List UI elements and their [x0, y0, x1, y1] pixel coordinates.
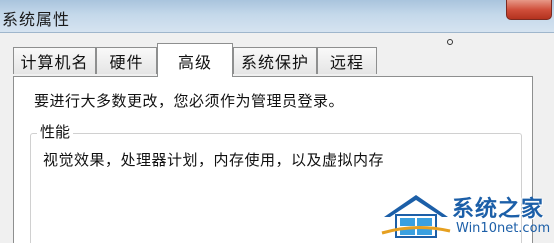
- performance-group-title: 性能: [37, 121, 74, 142]
- close-button[interactable]: [506, 0, 552, 20]
- tab-remote[interactable]: 远程: [317, 47, 377, 74]
- title-bar: 系统属性: [0, 0, 554, 33]
- system-home-logo-icon: [381, 195, 451, 238]
- window-title: 系统属性: [2, 10, 71, 29]
- tab-computer-name[interactable]: 计算机名: [13, 47, 96, 74]
- watermark-brand: 系统之家: [452, 197, 545, 222]
- tab-system-protection[interactable]: 系统保护: [233, 47, 317, 74]
- tab-hardware[interactable]: 硬件: [96, 47, 157, 74]
- performance-description: 视觉效果，处理器计划，内存使用，以及虚拟内存: [43, 151, 385, 169]
- watermark-url: Win10net.com: [456, 221, 551, 236]
- tab-advanced[interactable]: 高级: [157, 43, 233, 77]
- watermark: 系统之家 Win10net.com: [380, 185, 554, 243]
- mouse-cursor: [447, 39, 453, 45]
- admin-note: 要进行大多数更改，您必须作为管理员登录。: [34, 92, 345, 110]
